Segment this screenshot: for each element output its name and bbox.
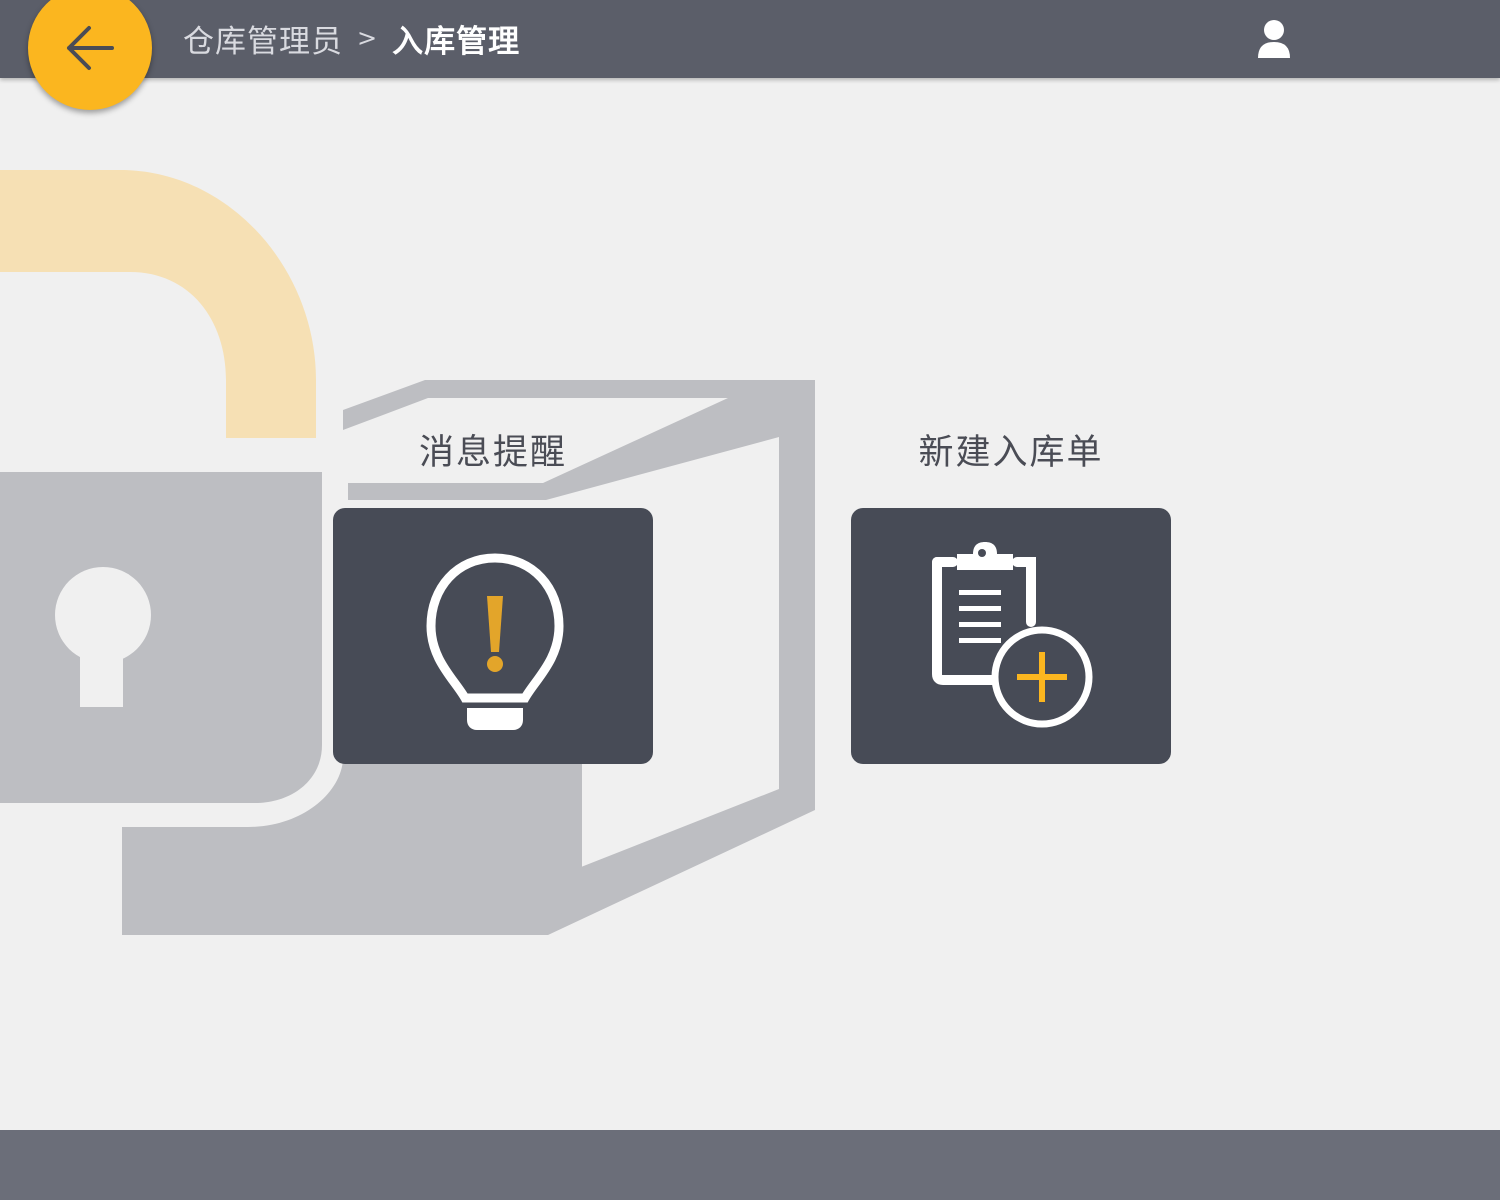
background-lock-box-illustration	[0, 170, 815, 935]
tile-label-message-reminder: 消息提醒	[418, 433, 567, 473]
lightbulb-alert-icon	[426, 553, 564, 730]
arrow-left-icon	[67, 26, 114, 70]
user-icon	[1258, 20, 1290, 58]
breadcrumb-separator: >	[357, 24, 379, 52]
page-title: 入库管理	[392, 23, 521, 60]
user-account-button[interactable]	[1254, 18, 1294, 60]
breadcrumb: 仓库管理员 > 入库管理	[183, 16, 521, 61]
clipboard-add-icon	[932, 542, 1093, 728]
footer-bar	[0, 1130, 1500, 1200]
breadcrumb-parent-link[interactable]: 仓库管理员	[183, 16, 343, 61]
tile-label-new-inbound-order: 新建入库单	[918, 433, 1104, 473]
message-reminder-tile[interactable]	[333, 508, 653, 764]
new-inbound-order-tile[interactable]	[851, 508, 1171, 764]
